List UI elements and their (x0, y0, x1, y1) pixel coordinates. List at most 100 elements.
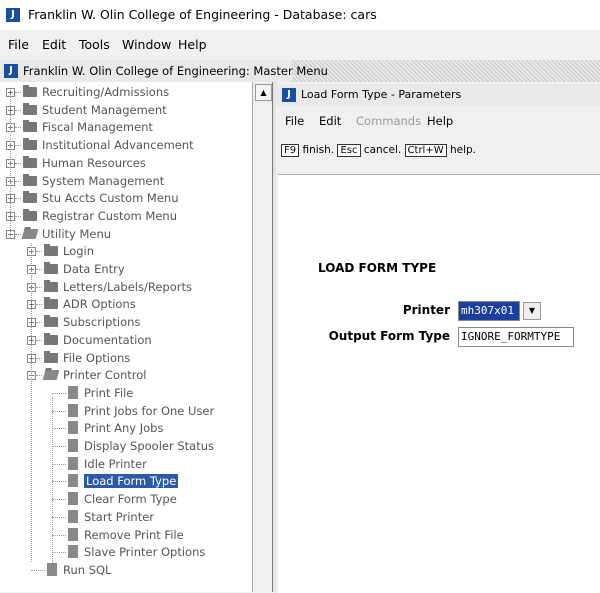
menu-help[interactable]: Help (178, 37, 207, 52)
tree-item[interactable]: + Data Entry (0, 261, 250, 278)
f9-hint: finish. (302, 144, 335, 156)
output-form-type-label: Output Form Type (328, 329, 450, 343)
tree-scrollbar[interactable]: ▲ (252, 82, 273, 592)
form-title: Load Form Type - Parameters (301, 88, 462, 101)
tree-item[interactable]: + ADR Options (0, 296, 250, 313)
tree-item[interactable]: + Stu Accts Custom Menu (0, 190, 250, 207)
tree-item-label: Institutional Advancement (42, 138, 194, 153)
menu-tree: + Recruiting/Admissions + Student Managemen… (0, 82, 253, 592)
tree-item-label: Print Jobs for One User (84, 403, 215, 418)
form-body: LOAD FORM TYPE Printer mh307x01 ▼ Output… (278, 174, 600, 593)
master-menu-title: Franklin W. Olin College of Engineering:… (23, 64, 328, 78)
form-menu-edit[interactable]: Edit (319, 114, 341, 128)
tree-item[interactable]: Idle Printer (0, 456, 250, 473)
tree-item[interactable]: + Registrar Custom Menu (0, 208, 250, 225)
tree-item[interactable]: Print File (0, 385, 250, 402)
scroll-up-arrow-icon[interactable]: ▲ (255, 84, 272, 101)
printer-field[interactable]: mh307x01 (458, 301, 520, 321)
tree-item-label: Run SQL (63, 562, 112, 577)
tree-guide (52, 396, 53, 566)
tree-item[interactable]: + Recruiting/Admissions (0, 84, 250, 101)
tree-item[interactable]: Run SQL (0, 562, 250, 579)
tree-connector (15, 180, 21, 182)
tree-connector (52, 392, 66, 394)
tree-item-label: Load Form Type (84, 474, 179, 489)
tree-item[interactable]: Print Any Jobs (0, 420, 250, 437)
tree-item-label: Login (63, 244, 95, 259)
tree-connector (15, 215, 21, 217)
tree-item[interactable]: + Human Resources (0, 155, 250, 172)
tree-item[interactable]: + System Management (0, 173, 250, 190)
menu-file[interactable]: File (8, 37, 29, 52)
tree-item[interactable]: + Subscriptions (0, 314, 250, 331)
form-menu-help[interactable]: Help (427, 114, 453, 128)
folder-icon (23, 191, 37, 204)
tree-item[interactable]: − Printer Control (0, 367, 250, 384)
tree-item[interactable]: + Login (0, 243, 250, 260)
folder-icon (44, 350, 58, 363)
document-icon (68, 474, 78, 488)
j-app-icon: J (4, 64, 18, 78)
form-menubar: File Edit Commands Help (276, 110, 600, 134)
tree-connector (15, 162, 21, 164)
tree-item[interactable]: + Institutional Advancement (0, 137, 250, 154)
tree-item[interactable]: Remove Print File (0, 527, 250, 544)
f9-key: F9 (281, 144, 300, 157)
printer-label: Printer (402, 303, 450, 317)
tree-connector (36, 322, 42, 324)
tree-item[interactable]: + Documentation (0, 332, 250, 349)
tree-item[interactable]: Slave Printer Options (0, 544, 250, 561)
key-hint-bar: F9 finish. Esc cancel. Ctrl+W help. (276, 136, 600, 164)
folder-icon (44, 262, 58, 274)
document-icon (68, 509, 78, 523)
window-title: Franklin W. Olin College of Engineering … (28, 7, 377, 22)
section-title: LOAD FORM TYPE (318, 261, 437, 275)
tree-item-label: Display Spooler Status (84, 439, 215, 453)
tree-item[interactable]: + File Options (0, 350, 250, 367)
tree-item-label: Subscriptions (63, 315, 141, 330)
menu-window[interactable]: Window (122, 37, 171, 52)
form-menu-commands: Commands (356, 114, 422, 128)
form-titlebar: J Load Form Type - Parameters (276, 84, 600, 106)
chevron-down-icon[interactable]: ▼ (523, 302, 541, 320)
menubar: File Edit Tools Window Help (0, 30, 600, 58)
ctrl-w-hint: help. (449, 144, 476, 156)
document-icon (68, 439, 78, 452)
open-folder-icon (21, 228, 39, 239)
tree-item[interactable]: − Utility Menu (0, 226, 250, 243)
tree-item[interactable]: Load Form Type (0, 473, 250, 490)
output-form-type-field[interactable]: IGNORE_FORMTYPE (458, 327, 574, 347)
folder-icon (23, 173, 37, 186)
menu-tools[interactable]: Tools (79, 37, 110, 52)
esc-key: Esc (337, 144, 361, 157)
document-icon (68, 421, 78, 435)
form-menu-file[interactable]: File (285, 114, 304, 128)
j-app-icon: J (282, 88, 296, 102)
tree-item-label: Documentation (63, 332, 152, 347)
tree-connector (15, 145, 21, 147)
folder-icon (23, 138, 37, 151)
document-icon (68, 527, 78, 541)
tree-item[interactable]: + Letters/Labels/Reports (0, 279, 250, 296)
tree-item[interactable]: Print Jobs for One User (0, 403, 250, 420)
tree-connector (15, 127, 21, 129)
tree-item-label: Print Any Jobs (84, 421, 164, 436)
tree-item-label: File Options (63, 350, 131, 365)
tree-guide (31, 243, 32, 562)
tree-item[interactable]: + Fiscal Management (0, 119, 250, 136)
tree-connector (15, 198, 21, 200)
folder-icon (44, 315, 58, 328)
document-icon (68, 385, 78, 399)
tree-item[interactable]: Clear Form Type (0, 491, 250, 508)
window-titlebar: J Franklin W. Olin College of Engineerin… (0, 0, 600, 30)
tree-item-label: System Management (42, 173, 165, 188)
tree-item[interactable]: + Student Management (0, 102, 250, 119)
tree-item[interactable]: Start Printer (0, 509, 250, 526)
menu-edit[interactable]: Edit (42, 37, 66, 52)
tree-item[interactable]: Display Spooler Status (0, 438, 250, 455)
folder-icon (44, 332, 58, 345)
folder-icon (23, 85, 37, 97)
tree-connector (52, 410, 66, 412)
tree-connector (36, 304, 42, 306)
tree-connector (15, 109, 21, 111)
